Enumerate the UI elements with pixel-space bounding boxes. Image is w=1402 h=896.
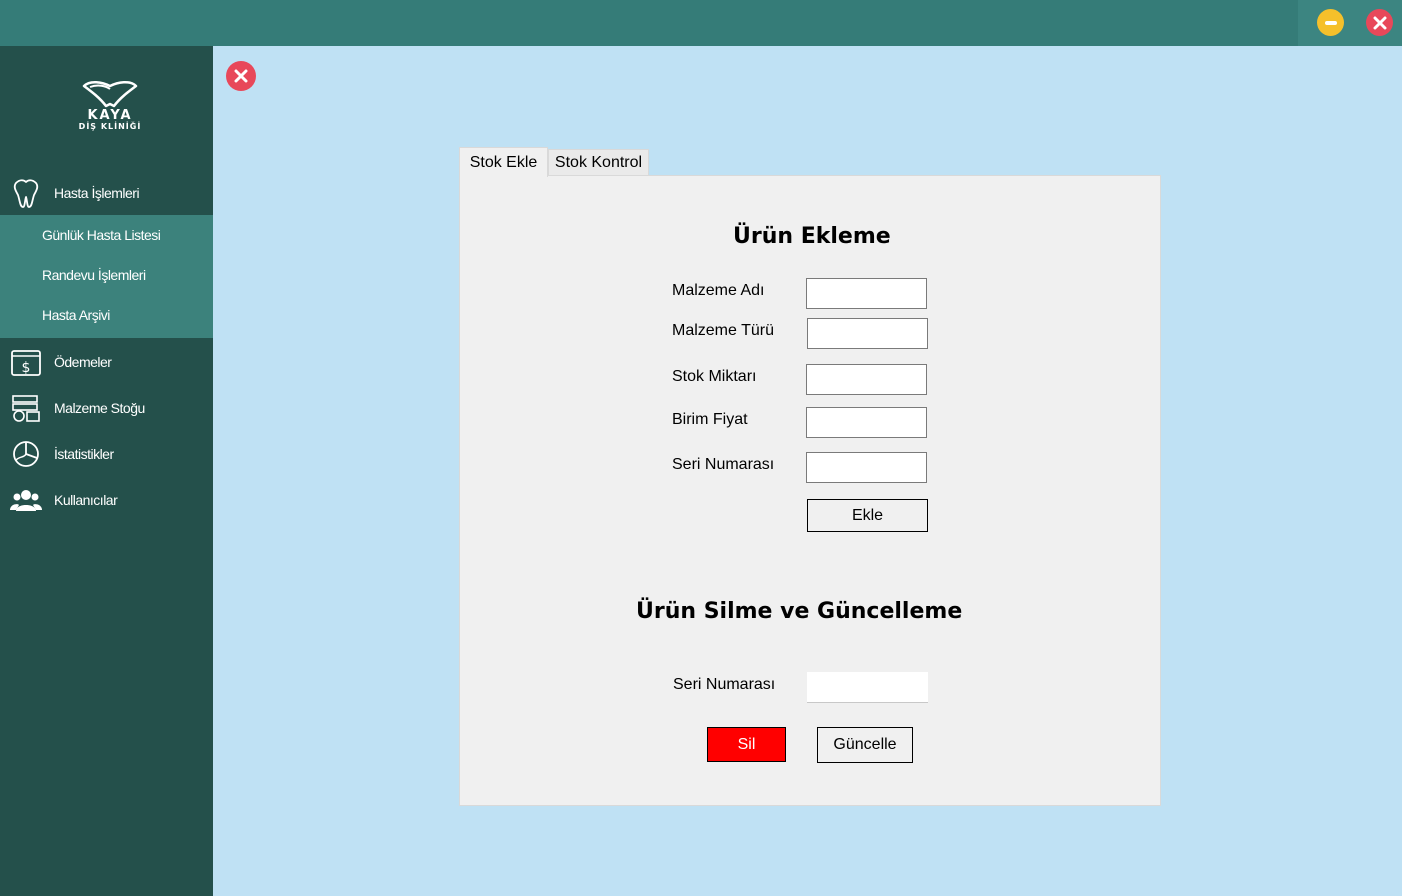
guncelle-button[interactable]: Güncelle [817, 727, 913, 763]
malzeme-adi-input[interactable] [806, 278, 927, 309]
clinic-logo: KAYA DİŞ KLİNİĞİ [62, 80, 158, 136]
tab-stok-kontrol[interactable]: Stok Kontrol [548, 149, 649, 176]
close-form-icon[interactable] [226, 61, 256, 91]
sidebar-subitem-gunluk-hasta-listesi[interactable]: Günlük Hasta Listesi [0, 215, 213, 255]
sidebar: KAYA DİŞ KLİNİĞİ Hasta İşlemleri Günlük … [0, 46, 213, 896]
payment-icon: $ [11, 350, 41, 376]
logo-name: KAYA [87, 108, 133, 123]
svg-text:$: $ [22, 360, 31, 376]
sidebar-subitem-label: Günlük Hasta Listesi [42, 227, 161, 243]
sidebar-subitem-hasta-arsivi[interactable]: Hasta Arşivi [0, 295, 213, 335]
sil-button[interactable]: Sil [707, 727, 786, 762]
seri-numarasi-input[interactable] [806, 452, 927, 483]
sidebar-subitem-label: Hasta Arşivi [42, 307, 110, 323]
sidebar-submenu: Günlük Hasta Listesi Randevu İşlemleri H… [0, 215, 213, 338]
sidebar-item-istatistikler[interactable]: İstatistikler [0, 434, 213, 474]
sidebar-item-malzeme-stogu[interactable]: Malzeme Stoğu [0, 388, 213, 428]
sidebar-item-kullanicilar[interactable]: Kullanıcılar [0, 480, 213, 520]
ekle-button[interactable]: Ekle [807, 499, 928, 532]
sidebar-item-hasta-islemleri[interactable]: Hasta İşlemleri [0, 173, 213, 213]
close-icon[interactable] [1366, 9, 1393, 36]
logo-subtitle: DİŞ KLİNİĞİ [78, 122, 142, 131]
tab-panel [459, 175, 1161, 806]
birim-fiyat-input[interactable] [806, 407, 927, 438]
birim-fiyat-label: Birim Fiyat [672, 411, 748, 428]
title-bar [0, 0, 1402, 46]
malzeme-turu-input[interactable] [807, 318, 928, 349]
tab-stok-ekle[interactable]: Stok Ekle [459, 147, 548, 177]
users-icon [10, 490, 42, 511]
sidebar-item-label: Ödemeler [54, 354, 112, 370]
add-section-title: Ürün Ekleme [733, 224, 891, 249]
malzeme-adi-label: Malzeme Adı [672, 282, 765, 299]
sidebar-subitem-randevu-islemleri[interactable]: Randevu İşlemleri [0, 255, 213, 295]
tooth-logo-icon [82, 81, 138, 108]
sidebar-item-label: Malzeme Stoğu [54, 400, 145, 416]
sidebar-item-label: Kullanıcılar [54, 492, 118, 508]
stok-miktari-label: Stok Miktarı [672, 368, 757, 385]
chart-icon [13, 441, 39, 467]
tooth-icon [13, 179, 39, 208]
seri-numarasi-delete-input[interactable] [807, 672, 928, 703]
sidebar-item-label: İstatistikler [54, 446, 114, 462]
edit-section-title: Ürün Silme ve Güncelleme [636, 599, 963, 624]
malzeme-turu-label: Malzeme Türü [672, 322, 774, 339]
inventory-icon [12, 395, 40, 422]
sidebar-item-label: Hasta İşlemleri [54, 185, 140, 201]
sidebar-subitem-label: Randevu İşlemleri [42, 267, 146, 283]
stok-miktari-input[interactable] [806, 364, 927, 395]
seri-numarasi-delete-label: Seri Numarası [673, 676, 776, 693]
sidebar-item-odemeler[interactable]: $ Ödemeler [0, 342, 213, 382]
minimize-icon[interactable] [1317, 9, 1344, 36]
seri-numarasi-label: Seri Numarası [672, 456, 775, 473]
